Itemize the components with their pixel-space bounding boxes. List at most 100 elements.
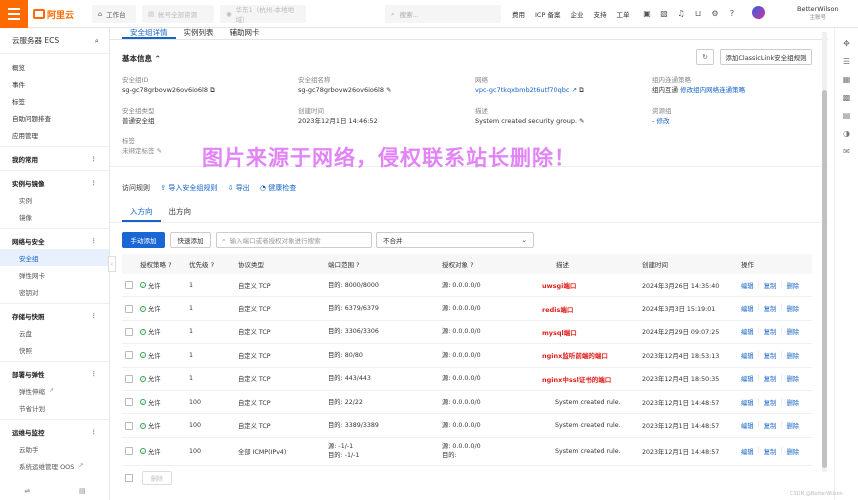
- merge-select[interactable]: 不合并 ⌄: [376, 232, 534, 248]
- sidebar-item-cloud-assistant[interactable]: 云助手: [0, 440, 109, 457]
- calendar-icon[interactable]: ▩: [835, 88, 858, 106]
- help-icon[interactable]: ?: [470, 261, 473, 269]
- copy-icon[interactable]: ⧉: [210, 86, 215, 94]
- edit-link[interactable]: 编辑: [741, 398, 754, 407]
- edit-icon[interactable]: ✎: [157, 147, 162, 155]
- tab-outbound[interactable]: 出方向: [161, 207, 200, 222]
- sidebar-item-oos[interactable]: 系统运维管理 OOS ↗: [0, 457, 109, 474]
- edit-link[interactable]: 编辑: [741, 374, 754, 383]
- notes-icon[interactable]: ▤: [835, 106, 858, 124]
- chat-icon[interactable]: ✉: [835, 142, 858, 160]
- collapse-sidebar-handle[interactable]: ‹: [108, 256, 116, 272]
- row-checkbox[interactable]: [125, 281, 133, 290]
- health-check-link[interactable]: ◔ 健康检查: [260, 184, 296, 192]
- edit-link[interactable]: 编辑: [741, 327, 754, 336]
- nav-enterprise[interactable]: 企业: [570, 9, 583, 19]
- copy-link[interactable]: 复制: [764, 398, 777, 407]
- nav-ticket[interactable]: 工单: [616, 9, 629, 19]
- search-icon[interactable]: ⌕: [95, 36, 99, 46]
- copy-link[interactable]: 复制: [764, 421, 777, 430]
- delete-link[interactable]: 删除: [786, 351, 799, 360]
- row-checkbox[interactable]: [125, 327, 133, 336]
- sidebar-item-savings-plan[interactable]: 节省计划: [0, 399, 109, 416]
- sidebar-item-image[interactable]: 镜像: [0, 208, 109, 225]
- terminal-icon[interactable]: ▣: [641, 7, 653, 19]
- region-selector[interactable]: ◉ 华东1（杭州-本地地域）: [220, 5, 306, 24]
- delete-link[interactable]: 删除: [786, 374, 799, 383]
- expand-icon[interactable]: ✥: [835, 34, 858, 52]
- avatar[interactable]: [752, 6, 765, 19]
- copy-link[interactable]: 复制: [764, 351, 777, 360]
- basic-info-heading[interactable]: 基本信息 ⌃: [122, 53, 161, 64]
- tab-sg-detail[interactable]: 安全组详情: [122, 28, 176, 39]
- global-search[interactable]: ⌕ 搜索...: [385, 5, 501, 23]
- sidebar-item-instance[interactable]: 实例: [0, 191, 109, 208]
- copy-link[interactable]: 复制: [764, 374, 777, 383]
- help-icon[interactable]: ?: [726, 7, 738, 19]
- help-icon[interactable]: ?: [168, 261, 171, 269]
- settings-icon[interactable]: ⚙: [709, 7, 721, 19]
- cart-icon[interactable]: ⊔: [692, 7, 704, 19]
- import-rules-link[interactable]: ⇪ 导入安全组规则: [160, 184, 217, 192]
- external-link-icon[interactable]: ↗: [572, 86, 577, 94]
- edit-link[interactable]: 编辑: [741, 351, 754, 360]
- copy-link[interactable]: 复制: [764, 304, 777, 313]
- menu-icon[interactable]: [0, 0, 28, 28]
- delete-link[interactable]: 删除: [786, 281, 799, 290]
- sidebar-item-troubleshoot[interactable]: 自助问题排查: [0, 109, 109, 126]
- sidebar-section-ops[interactable]: 运维与监控 ⋮: [0, 423, 109, 440]
- vpc-link[interactable]: vpc-gc7tkqxbmb2t6utf70qbc: [475, 86, 569, 94]
- bulk-delete-button[interactable]: 删除: [142, 471, 172, 485]
- sidebar-item-snapshot[interactable]: 快照: [0, 341, 109, 358]
- help-icon[interactable]: ?: [211, 261, 214, 269]
- nav-support[interactable]: 支持: [593, 9, 606, 19]
- sidebar-item-apps[interactable]: 应用管理: [0, 126, 109, 143]
- row-checkbox[interactable]: [125, 447, 133, 456]
- delete-link[interactable]: 删除: [786, 327, 799, 336]
- edit-link[interactable]: 编辑: [741, 304, 754, 313]
- edit-icon[interactable]: ✎: [386, 86, 391, 94]
- sidebar-section-instances[interactable]: 实例与镜像 ⋮: [0, 174, 109, 191]
- manual-add-button[interactable]: 手动添加: [122, 232, 165, 248]
- sidebar-section-storage[interactable]: 存储与快照 ⋮: [0, 307, 109, 324]
- copy-link[interactable]: 复制: [764, 327, 777, 336]
- sidebar-item-events[interactable]: 事件: [0, 75, 109, 92]
- edit-rg-link[interactable]: 修改: [656, 117, 669, 125]
- sidebar-section-favorites[interactable]: 我的常用 ⋮: [0, 150, 109, 167]
- sidebar-item-keypair[interactable]: 密钥对: [0, 283, 109, 300]
- scrollbar[interactable]: [822, 32, 827, 472]
- account-selector[interactable]: ▤ 帐号全部资源: [142, 5, 214, 23]
- sidebar-item-autoscaling[interactable]: 弹性伸缩 ↗: [0, 382, 109, 399]
- image-icon[interactable]: ▧: [658, 7, 670, 19]
- delete-link[interactable]: 删除: [786, 421, 799, 430]
- add-classiclink-button[interactable]: 添加ClassicLink安全组规则: [720, 49, 812, 65]
- refresh-button[interactable]: ↻: [696, 49, 714, 65]
- export-link[interactable]: ⇩ 导出: [228, 184, 250, 192]
- sidebar-section-network[interactable]: 网络与安全 ⋮: [0, 232, 109, 249]
- help-icon[interactable]: ?: [356, 261, 359, 269]
- sidebar-section-deploy[interactable]: 部署与弹性 ⋮: [0, 365, 109, 382]
- collapse-icon[interactable]: ⇌: [24, 487, 30, 495]
- row-checkbox[interactable]: [125, 351, 133, 360]
- layout-icon[interactable]: ▤: [79, 487, 86, 495]
- tab-inbound[interactable]: 入方向: [122, 207, 161, 222]
- sidebar-item-security-group[interactable]: 安全组: [0, 249, 109, 266]
- row-checkbox[interactable]: [125, 421, 133, 430]
- cube-icon[interactable]: ▦: [835, 70, 858, 88]
- scrollbar-thumb[interactable]: [822, 90, 827, 468]
- copy-link[interactable]: 复制: [764, 447, 777, 456]
- select-all-checkbox[interactable]: [125, 474, 133, 482]
- sidebar-item-eni[interactable]: 弹性网卡: [0, 266, 109, 283]
- row-checkbox[interactable]: [125, 304, 133, 313]
- edit-intra-link[interactable]: 修改组内网络连通策略: [680, 86, 745, 94]
- delete-link[interactable]: 删除: [786, 447, 799, 456]
- edit-link[interactable]: 编辑: [741, 281, 754, 290]
- delete-link[interactable]: 删除: [786, 304, 799, 313]
- headset-icon[interactable]: ◑: [835, 124, 858, 142]
- rules-search-input[interactable]: ⌕ 输入端口或者授权对象进行搜索: [216, 232, 372, 248]
- edit-link[interactable]: 编辑: [741, 447, 754, 456]
- row-checkbox[interactable]: [125, 398, 133, 407]
- delete-link[interactable]: 删除: [786, 398, 799, 407]
- copy-link[interactable]: 复制: [764, 281, 777, 290]
- row-checkbox[interactable]: [125, 374, 133, 383]
